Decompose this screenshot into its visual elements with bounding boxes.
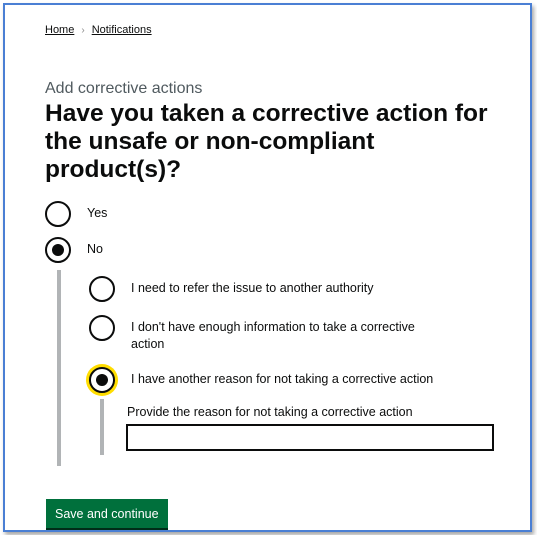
reason-field-label: Provide the reason for not taking a corr… — [127, 405, 413, 419]
radio-no[interactable]: No — [45, 237, 103, 263]
breadcrumb: Home › Notifications — [45, 24, 152, 36]
breadcrumb-separator-icon: › — [81, 24, 85, 36]
radio-other-reason-label: I have another reason for not taking a c… — [131, 372, 434, 386]
radio-not-enough-info-label: I don't have enough information to take … — [131, 320, 415, 351]
radio-other-reason[interactable]: I have another reason for not taking a c… — [89, 367, 433, 393]
radio-not-enough-info-circle[interactable] — [89, 315, 115, 341]
radio-yes-circle[interactable] — [45, 201, 71, 227]
radio-other-reason-circle[interactable] — [89, 367, 115, 393]
reason-input[interactable] — [126, 424, 494, 451]
radio-no-label: No — [87, 242, 103, 256]
radio-no-circle[interactable] — [45, 237, 71, 263]
page-frame: Home › Notifications Add corrective acti… — [3, 3, 532, 532]
page-title: Have you taken a corrective action for t… — [45, 100, 488, 183]
conditional-reveal-bar — [57, 270, 61, 466]
radio-yes-label: Yes — [87, 206, 108, 220]
radio-refer-authority-circle[interactable] — [89, 276, 115, 302]
save-and-continue-button[interactable]: Save and continue — [46, 499, 168, 528]
radio-yes[interactable]: Yes — [45, 201, 107, 227]
radio-refer-authority-label: I need to refer the issue to another aut… — [131, 281, 374, 295]
radio-refer-authority[interactable]: I need to refer the issue to another aut… — [89, 276, 374, 302]
breadcrumb-notifications-link[interactable]: Notifications — [92, 24, 152, 36]
radio-not-enough-info[interactable]: I don't have enough information to take … — [89, 315, 441, 353]
breadcrumb-home-link[interactable]: Home — [45, 24, 74, 36]
conditional-reveal-bar-reason — [100, 399, 104, 455]
page-caption: Add corrective actions — [45, 80, 203, 97]
